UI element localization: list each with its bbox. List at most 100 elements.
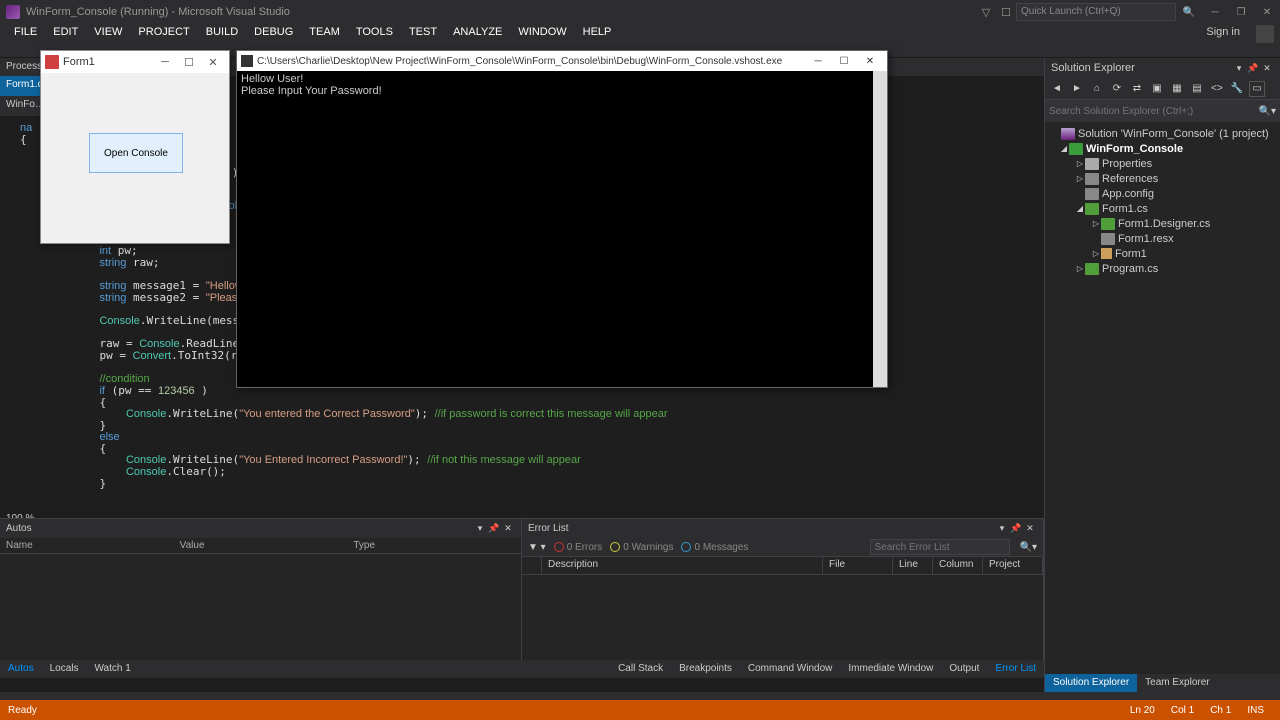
search-icon[interactable]: 🔍 [1176, 3, 1202, 21]
se-showall-icon[interactable]: ▦ [1169, 81, 1185, 97]
autos-col-value[interactable]: Value [174, 538, 348, 553]
tab-watch1[interactable]: Watch 1 [86, 660, 138, 678]
form1-minimize-button[interactable]: ─ [153, 56, 177, 68]
se-view-icon[interactable]: ▭ [1249, 81, 1265, 97]
tree-appconfig[interactable]: App.config [1047, 186, 1278, 201]
menu-tools[interactable]: TOOLS [348, 24, 401, 44]
tree-designer[interactable]: ▷Form1.Designer.cs [1047, 216, 1278, 231]
errorlist-close-icon[interactable]: ✕ [1023, 523, 1037, 534]
close-button[interactable]: ✕ [1254, 3, 1280, 21]
errorlist-search-icon[interactable]: 🔍▾ [1018, 542, 1037, 553]
menu-project[interactable]: PROJECT [130, 24, 197, 44]
status-char: Ch 1 [1202, 705, 1239, 716]
se-refresh-icon[interactable]: ⟳ [1109, 81, 1125, 97]
se-pin-icon[interactable]: 📌 [1246, 63, 1260, 74]
tree-form1[interactable]: ▷Form1 [1047, 246, 1278, 261]
menu-help[interactable]: HELP [575, 24, 620, 44]
errorlist-search-input[interactable] [870, 539, 1010, 555]
form1-window[interactable]: Form1 ─ ☐ ✕ Open Console [40, 50, 230, 244]
solution-explorer-title: Solution Explorer [1051, 62, 1135, 74]
console-minimize-button[interactable]: ─ [805, 56, 831, 67]
minimize-button[interactable]: ─ [1202, 3, 1228, 21]
autos-dropdown-icon[interactable]: ▾ [473, 523, 487, 534]
open-console-button[interactable]: Open Console [89, 133, 183, 173]
col-file[interactable]: File [823, 557, 893, 574]
tree-form1cs[interactable]: ◢Form1.cs [1047, 201, 1278, 216]
menu-window[interactable]: WINDOW [510, 24, 574, 44]
errorlist-pin-icon[interactable]: 📌 [1009, 523, 1023, 534]
form1-icon [45, 55, 59, 69]
menu-bar: FILE EDIT VIEW PROJECT BUILD DEBUG TEAM … [0, 24, 1280, 44]
tab-errorlist[interactable]: Error List [987, 660, 1044, 678]
tab-team-explorer[interactable]: Team Explorer [1137, 674, 1217, 692]
tab-callstack[interactable]: Call Stack [610, 660, 671, 678]
quick-launch-input[interactable]: Quick Launch (Ctrl+Q) [1016, 3, 1176, 21]
filter-dropdown-icon[interactable]: ▼ ▾ [528, 542, 546, 553]
autos-close-icon[interactable]: ✕ [501, 523, 515, 534]
menu-file[interactable]: FILE [6, 24, 45, 44]
menu-debug[interactable]: DEBUG [246, 24, 301, 44]
se-close-icon[interactable]: ✕ [1260, 63, 1274, 74]
console-close-button[interactable]: ✕ [857, 56, 883, 67]
se-dropdown-icon[interactable]: ▾ [1232, 63, 1246, 74]
col-line[interactable]: Line [893, 557, 933, 574]
se-search-input[interactable] [1049, 106, 1259, 117]
status-col: Col 1 [1163, 705, 1202, 716]
tab-commandwindow[interactable]: Command Window [740, 660, 840, 678]
avatar-icon[interactable] [1256, 25, 1274, 43]
errorlist-dropdown-icon[interactable]: ▾ [995, 523, 1009, 534]
autos-col-name[interactable]: Name [0, 538, 174, 553]
tree-resx[interactable]: Form1.resx [1047, 231, 1278, 246]
tree-project[interactable]: ◢WinForm_Console [1047, 141, 1278, 156]
col-column[interactable]: Column [933, 557, 983, 574]
status-bar: Ready Ln 20 Col 1 Ch 1 INS [0, 700, 1280, 720]
tree-program[interactable]: ▷Program.cs [1047, 261, 1278, 276]
se-sync-icon[interactable]: ⇄ [1129, 81, 1145, 97]
se-search-icon[interactable]: 🔍▾ [1259, 106, 1276, 117]
form1-close-button[interactable]: ✕ [201, 56, 225, 69]
menu-analyze[interactable]: ANALYZE [445, 24, 510, 44]
tab-locals[interactable]: Locals [42, 660, 87, 678]
console-scrollbar[interactable] [873, 71, 887, 387]
se-collapse-icon[interactable]: ▣ [1149, 81, 1165, 97]
maximize-button[interactable]: ❐ [1228, 3, 1254, 21]
se-wrench-icon[interactable]: 🔧 [1229, 81, 1245, 97]
tab-immediate[interactable]: Immediate Window [840, 660, 941, 678]
se-home-icon[interactable]: ⌂ [1089, 81, 1105, 97]
menu-team[interactable]: TEAM [301, 24, 348, 44]
se-back-icon[interactable]: ◄ [1049, 81, 1065, 97]
console-window[interactable]: C:\Users\Charlie\Desktop\New Project\Win… [236, 50, 888, 388]
menu-build[interactable]: BUILD [198, 24, 246, 44]
errors-filter[interactable]: 0 Errors [554, 542, 603, 553]
autos-col-type[interactable]: Type [347, 538, 521, 553]
console-titlebar[interactable]: C:\Users\Charlie\Desktop\New Project\Win… [237, 51, 887, 71]
tree-solution[interactable]: Solution 'WinForm_Console' (1 project) [1047, 126, 1278, 141]
form1-titlebar[interactable]: Form1 ─ ☐ ✕ [41, 51, 229, 73]
console-maximize-button[interactable]: ☐ [831, 56, 857, 67]
menu-edit[interactable]: EDIT [45, 24, 86, 44]
notifications-icon[interactable]: ▽ [976, 6, 996, 19]
tree-properties[interactable]: ▷Properties [1047, 156, 1278, 171]
col-description[interactable]: Description [542, 557, 823, 574]
menu-test[interactable]: TEST [401, 24, 445, 44]
tab-solution-explorer[interactable]: Solution Explorer [1045, 674, 1137, 692]
menu-view[interactable]: VIEW [86, 24, 130, 44]
form1-maximize-button[interactable]: ☐ [177, 56, 201, 69]
feedback-icon[interactable]: ☐ [996, 6, 1016, 19]
se-fwd-icon[interactable]: ► [1069, 81, 1085, 97]
tab-autos[interactable]: Autos [0, 660, 42, 678]
se-preview-icon[interactable]: ▤ [1189, 81, 1205, 97]
tab-breakpoints[interactable]: Breakpoints [671, 660, 740, 678]
errorlist-panel: Error List ▾ 📌 ✕ ▼ ▾ 0 Errors 0 Warnings… [522, 519, 1044, 660]
col-project[interactable]: Project [983, 557, 1043, 574]
autos-pin-icon[interactable]: 📌 [487, 523, 501, 534]
tree-references[interactable]: ▷References [1047, 171, 1278, 186]
window-title: WinForm_Console (Running) - Microsoft Vi… [26, 6, 290, 18]
warnings-filter[interactable]: 0 Warnings [610, 542, 673, 553]
se-toolbar: ◄ ► ⌂ ⟳ ⇄ ▣ ▦ ▤ <> 🔧 ▭ [1045, 78, 1280, 100]
solution-tree[interactable]: Solution 'WinForm_Console' (1 project) ◢… [1045, 122, 1280, 674]
messages-filter[interactable]: 0 Messages [681, 542, 748, 553]
tab-output[interactable]: Output [941, 660, 987, 678]
se-props-icon[interactable]: <> [1209, 81, 1225, 97]
sign-in-link[interactable]: Sign in [1196, 24, 1250, 44]
